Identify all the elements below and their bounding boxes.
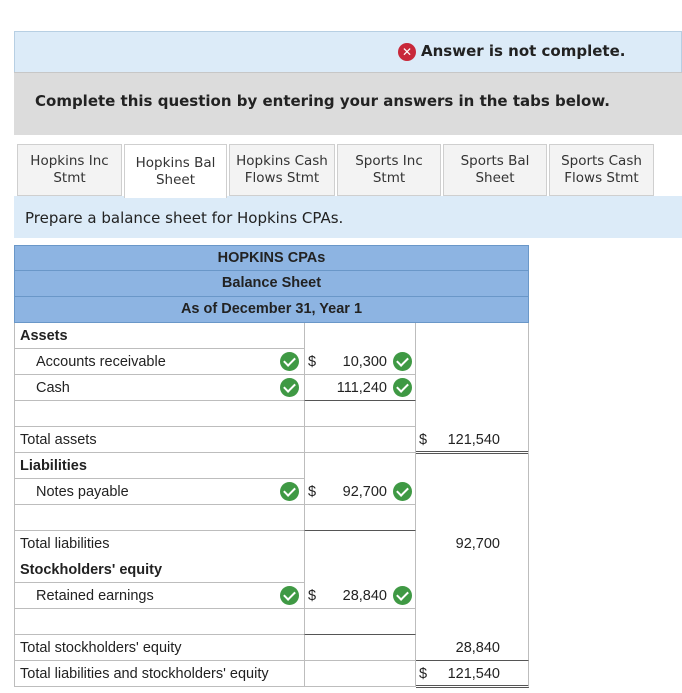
status-message: ✕ Answer is not complete. (398, 42, 626, 61)
table-row: Accounts receivable $ 10,300 (14, 349, 529, 375)
check-icon (280, 482, 299, 501)
total-liabilities-value: 92,700 (455, 536, 500, 552)
table-row: Retained earnings $ 28,840 (14, 583, 529, 609)
table-row: Liabilities (14, 453, 529, 479)
table-row (14, 609, 529, 635)
tab-label-line2: Stmt (372, 170, 406, 186)
tab-label-line2: Flows Stmt (244, 170, 320, 186)
assets-heading: Assets (20, 328, 68, 344)
accounts-receivable-amount-field[interactable]: $ 10,300 (304, 349, 416, 375)
tab-label-line2: Flows Stmt (564, 170, 639, 186)
cash-label: Cash (36, 380, 70, 396)
status-label: Answer is not complete. (421, 42, 626, 60)
tab-hopkins-cash-flows-stmt[interactable]: Hopkins Cash Flows Stmt (229, 144, 335, 196)
total-liabilities-label: Total liabilities (20, 536, 110, 552)
currency-symbol: $ (419, 432, 428, 448)
retained-earnings-amount-field[interactable]: $ 28,840 (304, 583, 416, 609)
tab-label-line1: Sports Inc (355, 153, 423, 169)
currency-symbol: $ (419, 666, 428, 682)
currency-symbol: $ (308, 484, 317, 500)
tab-label-line1: Hopkins Bal (135, 154, 216, 171)
prompt-text: Prepare a balance sheet for Hopkins CPAs… (25, 209, 344, 227)
table-row (14, 505, 529, 531)
tab-hopkins-inc-stmt[interactable]: Hopkins Inc Stmt (17, 144, 122, 196)
tab-hopkins-bal-sheet[interactable]: Hopkins Bal Sheet (124, 144, 227, 198)
blank-amount-field[interactable] (304, 609, 416, 635)
cash-label-field[interactable]: Cash (14, 375, 304, 401)
tab-label-line2: Stmt (53, 170, 86, 186)
check-icon (280, 352, 299, 371)
check-icon (393, 378, 412, 397)
retained-earnings-label: Retained earnings (36, 588, 154, 604)
tab-label-line2: Sheet (475, 170, 515, 186)
instruction-text: Complete this question by entering your … (35, 92, 610, 110)
status-banner: ✕ Answer is not complete. (14, 31, 682, 72)
total-liabilities-equity-label: Total liabilities and stockholders' equi… (20, 666, 269, 682)
liabilities-heading: Liabilities (20, 458, 87, 474)
retained-earnings-value: 28,840 (342, 588, 387, 604)
check-icon (393, 482, 412, 501)
blank-amount-field[interactable] (304, 505, 416, 531)
table-row: Total stockholders' equity 28,840 (14, 635, 529, 661)
cash-value: 111,240 (336, 380, 387, 396)
retained-earnings-label-field[interactable]: Retained earnings (14, 583, 304, 609)
equity-heading: Stockholders' equity (20, 562, 163, 578)
statement-title: Balance Sheet (14, 271, 529, 297)
notes-payable-amount-field[interactable]: $ 92,700 (304, 479, 416, 505)
company-name: HOPKINS CPAs (14, 245, 529, 271)
cash-amount-field[interactable]: 111,240 (304, 375, 416, 401)
tab-label-line1: Sports Cash (561, 153, 642, 169)
tab-prompt-bar: Prepare a balance sheet for Hopkins CPAs… (14, 196, 682, 238)
blank-label-field[interactable] (14, 401, 304, 427)
total-equity-value: 28,840 (455, 640, 500, 656)
check-icon (280, 586, 299, 605)
table-row: Assets (14, 323, 529, 349)
instruction-bar: Complete this question by entering your … (14, 72, 682, 135)
tab-sports-inc-stmt[interactable]: Sports Inc Stmt (337, 144, 441, 196)
x-icon: ✕ (398, 43, 416, 61)
tab-sports-bal-sheet[interactable]: Sports Bal Sheet (443, 144, 547, 196)
blank-amount-field[interactable] (304, 401, 416, 427)
currency-symbol: $ (308, 354, 317, 370)
total-assets-label: Total assets (20, 432, 97, 448)
table-row: Notes payable $ 92,700 (14, 479, 529, 505)
total-equity-label: Total stockholders' equity (20, 640, 182, 656)
check-icon (280, 378, 299, 397)
tab-label-line1: Hopkins Inc (30, 153, 109, 169)
accounts-receivable-label-field[interactable]: Accounts receivable (14, 349, 304, 375)
tab-label-line1: Sports Bal (460, 153, 530, 169)
check-icon (393, 586, 412, 605)
notes-payable-value: 92,700 (342, 484, 387, 500)
total-liabilities-equity-value: 121,540 (447, 666, 500, 682)
table-row: Total liabilities and stockholders' equi… (14, 661, 529, 688)
table-row: Total liabilities 92,700 (14, 531, 529, 557)
currency-symbol: $ (308, 588, 317, 604)
tab-sports-cash-flows-stmt[interactable]: Sports Cash Flows Stmt (549, 144, 654, 196)
check-icon (393, 352, 412, 371)
blank-label-field[interactable] (14, 505, 304, 531)
tab-label-line1: Hopkins Cash (236, 153, 328, 169)
table-row: Cash 111,240 (14, 375, 529, 401)
notes-payable-label: Notes payable (36, 484, 129, 500)
table-row (14, 401, 529, 427)
total-assets-value: 121,540 (447, 432, 500, 448)
notes-payable-label-field[interactable]: Notes payable (14, 479, 304, 505)
accounts-receivable-value: 10,300 (342, 354, 387, 370)
statement-date: As of December 31, Year 1 (14, 297, 529, 323)
blank-label-field[interactable] (14, 609, 304, 635)
table-row: Stockholders' equity (14, 557, 529, 583)
balance-sheet-table: HOPKINS CPAs Balance Sheet As of Decembe… (14, 245, 529, 688)
table-row: Total assets $ 121,540 (14, 427, 529, 454)
accounts-receivable-label: Accounts receivable (36, 354, 166, 370)
tab-label-line2: Sheet (155, 171, 196, 188)
